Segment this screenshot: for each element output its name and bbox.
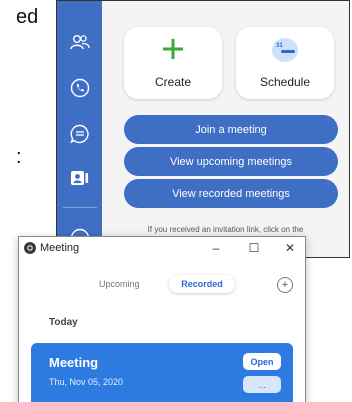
- meetings-panel: Create 31 Schedule Join a meeting View u…: [102, 1, 349, 257]
- close-button[interactable]: ✕: [279, 239, 301, 257]
- app-rail: [57, 1, 102, 257]
- add-icon[interactable]: +: [277, 277, 293, 293]
- tab-recorded[interactable]: Recorded: [169, 275, 235, 293]
- doc-fragment-1: ed: [16, 6, 39, 28]
- calendar-icon: [236, 37, 334, 63]
- meeting-tabs: Upcoming Recorded +: [19, 275, 305, 295]
- view-upcoming-button[interactable]: View upcoming meetings: [124, 147, 338, 176]
- maximize-button[interactable]: ☐: [243, 239, 265, 257]
- meeting-card[interactable]: Meeting Thu, Nov 05, 2020 Open ...: [31, 343, 293, 402]
- people-icon[interactable]: [65, 27, 95, 57]
- meeting-app-logo-icon: [24, 242, 36, 254]
- meeting-card-date: Thu, Nov 05, 2020: [49, 377, 124, 387]
- rail-separator: [63, 207, 97, 208]
- plus-icon: [124, 37, 222, 61]
- contact-card-icon[interactable]: [65, 163, 95, 193]
- minimize-button[interactable]: –: [205, 239, 227, 257]
- schedule-tile[interactable]: 31 Schedule: [236, 27, 334, 99]
- meeting-card-title: Meeting: [49, 355, 99, 370]
- create-tile[interactable]: Create: [124, 27, 222, 99]
- view-recorded-button[interactable]: View recorded meetings: [124, 179, 338, 208]
- window-title: Meeting: [40, 242, 80, 254]
- phone-icon[interactable]: [65, 73, 95, 103]
- more-options-button[interactable]: ...: [243, 376, 281, 393]
- meeting-window: Meeting – ☐ ✕ Upcoming Recorded + Today …: [18, 236, 306, 402]
- screenshot-root: ed : Create 31 Schedule Join a meeting V…: [0, 0, 352, 402]
- teams-window: Create 31 Schedule Join a meeting View u…: [56, 0, 350, 258]
- create-label: Create: [154, 75, 192, 89]
- section-today: Today: [49, 317, 78, 328]
- calendar-number: 31: [276, 43, 283, 49]
- tab-upcoming[interactable]: Upcoming: [99, 279, 140, 289]
- schedule-label: Schedule: [259, 75, 311, 89]
- join-meeting-button[interactable]: Join a meeting: [124, 115, 338, 144]
- chat-icon[interactable]: [65, 119, 95, 149]
- invitation-hint: If you received an invitation link, clic…: [147, 225, 304, 234]
- title-bar: Meeting – ☐ ✕: [19, 237, 305, 259]
- doc-fragment-3: :: [16, 146, 22, 168]
- open-button[interactable]: Open: [243, 353, 281, 370]
